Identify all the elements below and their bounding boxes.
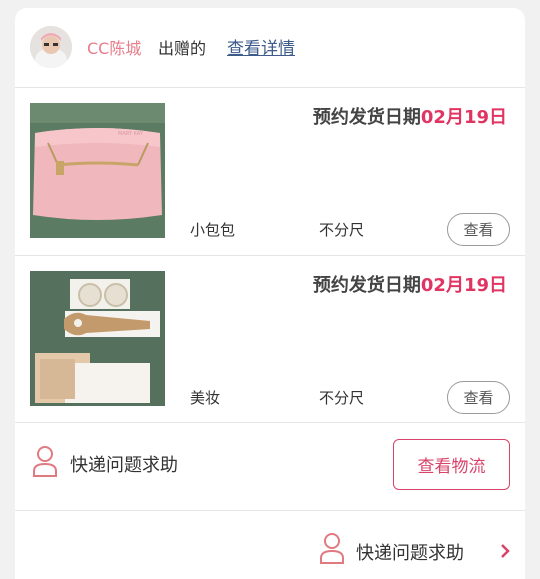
list-item: 预约发货日期02月19日 美妆 不分尺 查看 [15,256,525,424]
order-card: CC陈城 出赠的 查看详情 MARY KAY 预约发货日期02月19日 小包包 … [15,8,525,579]
product-image-cosmetics[interactable] [30,271,165,406]
courier-help-link[interactable]: 快递问题求助 [70,451,178,477]
item-size: 不分尺 [319,221,365,239]
gave-text: 出赠的 [158,39,207,58]
person-icon [320,533,344,564]
svg-text:MARY KAY: MARY KAY [118,131,144,137]
person-icon [33,446,57,477]
avatar[interactable] [30,26,72,68]
ship-label: 预约发货日期 [312,107,421,128]
view-item-button[interactable]: 查看 [447,213,510,246]
item-name: 美妆 [190,389,221,407]
footer-help-row[interactable]: 快递问题求助 [15,511,525,579]
courier-help-row: 快递问题求助 查看物流 [15,423,525,509]
ship-date-info: 预约发货日期02月19日 [313,103,507,129]
product-image-bag[interactable]: MARY KAY [30,103,165,238]
view-logistics-button[interactable]: 查看物流 [393,439,510,490]
ship-label: 预约发货日期 [312,275,421,296]
ship-date-info: 预约发货日期02月19日 [313,271,507,297]
footer-help-label[interactable]: 快递问题求助 [356,539,464,565]
item-name: 小包包 [190,221,236,239]
list-item: MARY KAY 预约发货日期02月19日 小包包 不分尺 查看 [15,88,525,256]
view-details-link[interactable]: 查看详情 [227,34,295,59]
view-item-button[interactable]: 查看 [447,381,510,414]
order-header: CC陈城 出赠的 查看详情 [15,8,525,88]
ship-date: 02月19日 [420,107,507,128]
giver-name[interactable]: CC陈城 [87,35,141,59]
chevron-right-icon[interactable] [499,543,511,559]
item-size: 不分尺 [319,389,365,407]
ship-date: 02月19日 [420,275,507,296]
